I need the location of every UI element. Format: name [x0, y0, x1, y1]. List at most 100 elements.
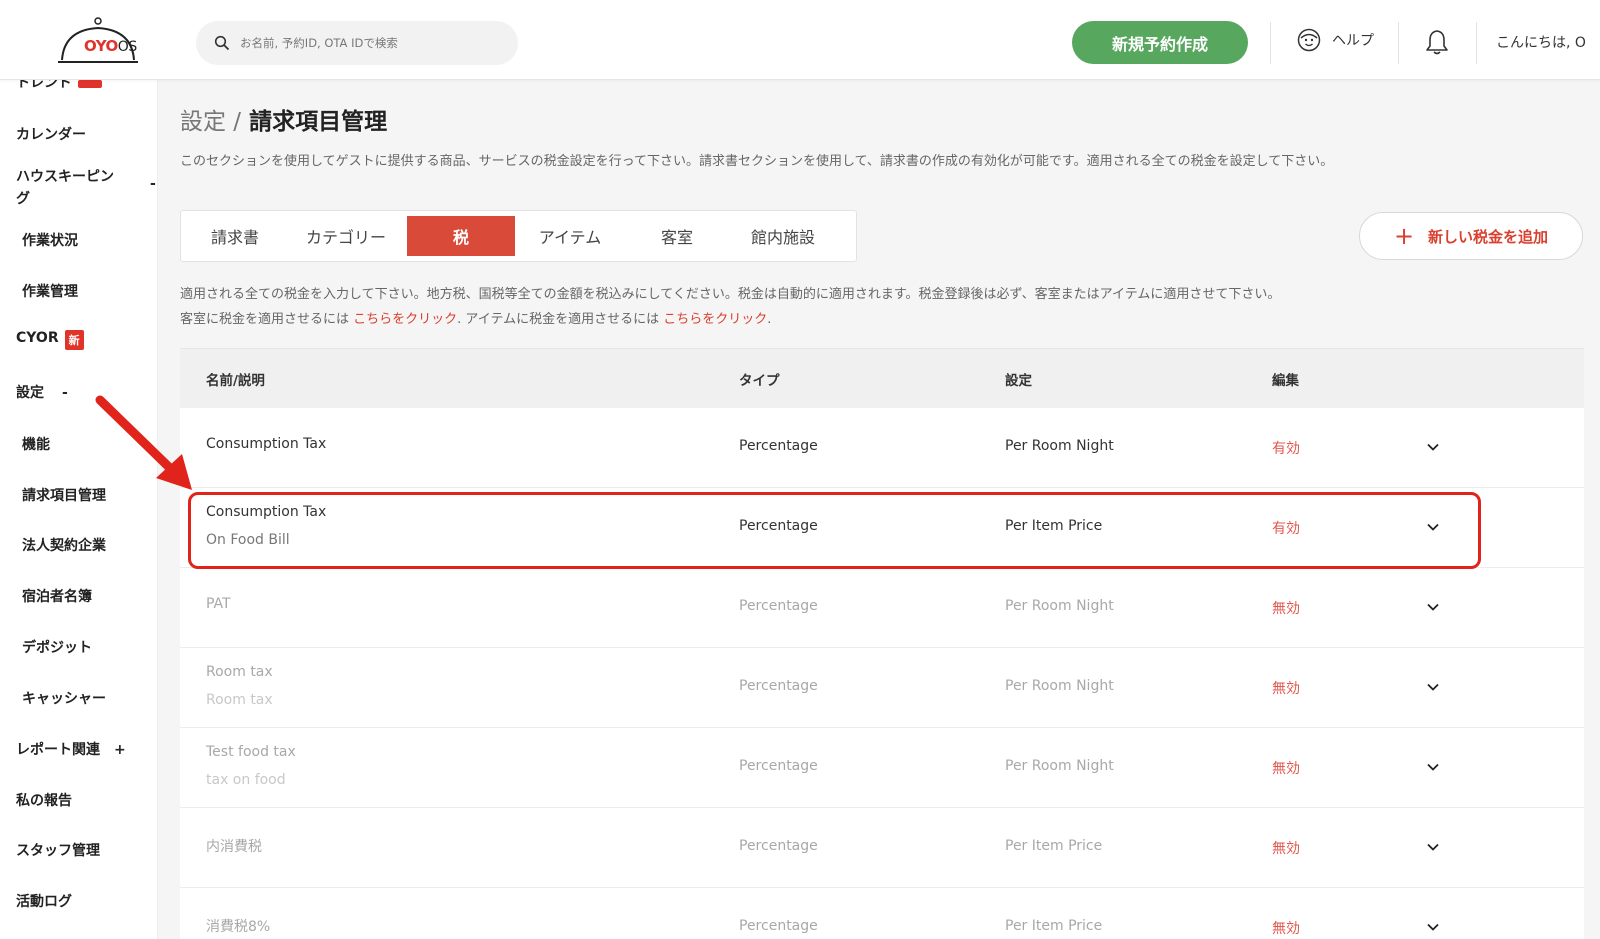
- column-header-name: 名前/説明: [206, 372, 265, 389]
- sidebar-item-guest-registry[interactable]: 宿泊者名簿: [22, 586, 92, 606]
- sidebar-item-my-reports[interactable]: 私の報告: [16, 790, 72, 810]
- chevron-down-icon[interactable]: [1426, 760, 1440, 774]
- tax-name: Consumption Tax: [206, 436, 327, 452]
- help-label: ヘルプ: [1332, 33, 1374, 49]
- tax-description: On Food Bill: [206, 532, 290, 548]
- tab-item[interactable]: アイテム: [515, 216, 625, 256]
- instruction-text: 客室に税金を適用させるには: [180, 312, 350, 327]
- table-row[interactable]: 消費税8% Percentage Per Item Price 無効: [180, 888, 1584, 939]
- table-row[interactable]: Consumption Tax On Food Bill Percentage …: [180, 488, 1584, 568]
- tax-description: Room tax: [206, 692, 273, 708]
- sidebar-item-label: 設定: [16, 385, 44, 401]
- new-booking-button[interactable]: 新規予約作成: [1072, 21, 1248, 64]
- tax-description: tax on food: [206, 772, 286, 788]
- tax-name: Consumption Tax: [206, 504, 327, 520]
- search-icon: [214, 35, 230, 51]
- tax-setting: Per Item Price: [1005, 838, 1103, 854]
- sidebar-item-settings[interactable]: 設定 -: [16, 382, 68, 402]
- logo-brand: OYO: [84, 37, 118, 55]
- breadcrumb-parent[interactable]: 設定 /: [180, 109, 241, 135]
- table-row[interactable]: PAT Percentage Per Room Night 無効: [180, 568, 1584, 648]
- chevron-down-icon[interactable]: [1426, 840, 1440, 854]
- tab-facility[interactable]: 館内施設: [729, 216, 837, 256]
- tab-tax[interactable]: 税: [407, 216, 515, 256]
- tax-type: Percentage: [739, 918, 818, 934]
- sidebar-item-trend[interactable]: トレンド: [16, 80, 102, 92]
- user-greeting[interactable]: こんにちは, O: [1496, 32, 1600, 52]
- search-input[interactable]: [240, 36, 500, 50]
- tax-type: Percentage: [739, 678, 818, 694]
- chevron-down-icon[interactable]: [1426, 520, 1440, 534]
- header-divider: [1476, 22, 1477, 64]
- tax-type: Percentage: [739, 758, 818, 774]
- plus-icon: +: [1393, 222, 1415, 250]
- sidebar-item-calendar[interactable]: カレンダー: [16, 124, 86, 144]
- status-toggle[interactable]: 無効: [1272, 678, 1300, 698]
- bell-icon[interactable]: [1424, 28, 1450, 56]
- sidebar-item-label: レポート関連: [16, 742, 100, 758]
- status-toggle[interactable]: 無効: [1272, 918, 1300, 938]
- sidebar-item-billing-items[interactable]: 請求項目管理: [22, 485, 106, 505]
- column-header-setting: 設定: [1005, 372, 1032, 389]
- tab-room[interactable]: 客室: [625, 216, 729, 256]
- sidebar-item-work-management[interactable]: 作業管理: [22, 281, 78, 301]
- sidebar-item-label-wrap: グ: [16, 191, 30, 207]
- add-tax-button[interactable]: + 新しい税金を追加: [1359, 212, 1583, 260]
- logo-suffix: OS: [117, 39, 137, 55]
- sidebar-item-deposit[interactable]: デポジット: [22, 637, 92, 657]
- status-toggle[interactable]: 無効: [1272, 838, 1300, 858]
- expand-toggle[interactable]: +: [114, 742, 126, 758]
- tax-setting: Per Item Price: [1005, 518, 1103, 534]
- status-toggle[interactable]: 有効: [1272, 438, 1300, 458]
- collapse-toggle[interactable]: -: [62, 385, 68, 401]
- help-button[interactable]: ヘルプ: [1296, 27, 1374, 53]
- status-toggle[interactable]: 無効: [1272, 598, 1300, 618]
- sidebar-item-label: ハウスキーピン: [16, 169, 114, 185]
- status-toggle[interactable]: 無効: [1272, 758, 1300, 778]
- table-row[interactable]: 内消費税 Percentage Per Item Price 無効: [180, 808, 1584, 888]
- tax-setting: Per Item Price: [1005, 918, 1103, 934]
- collapse-toggle[interactable]: -: [150, 176, 156, 192]
- tab-invoice[interactable]: 請求書: [185, 216, 285, 256]
- oyo-os-logo[interactable]: OYOOS: [56, 16, 140, 68]
- sidebar-item-cyor[interactable]: CYOR 新: [16, 330, 84, 350]
- sidebar-item-staff-management[interactable]: スタッフ管理: [16, 840, 100, 860]
- header-divider: [1398, 22, 1399, 64]
- sidebar-item-corporate-clients[interactable]: 法人契約企業: [22, 535, 106, 555]
- tax-type: Percentage: [739, 438, 818, 454]
- table-row[interactable]: Consumption Tax Percentage Per Room Nigh…: [180, 408, 1584, 488]
- new-badge: [78, 80, 102, 88]
- tax-name: 内消費税: [206, 839, 262, 855]
- chevron-down-icon[interactable]: [1426, 920, 1440, 934]
- sidebar-item-reports[interactable]: レポート関連 +: [16, 739, 126, 759]
- sidebar-item-features[interactable]: 機能: [22, 434, 50, 454]
- table-row[interactable]: Room tax Room tax Percentage Per Room Ni…: [180, 648, 1584, 728]
- top-header: OYOOS 新規予約作成 ヘルプ こんにちは, O: [0, 0, 1600, 80]
- table-header: 名前/説明 タイプ 設定 編集: [180, 348, 1584, 408]
- tax-name: PAT: [206, 596, 231, 612]
- page-title-text: 請求項目管理: [249, 109, 388, 135]
- tab-category[interactable]: カテゴリー: [285, 216, 407, 256]
- tax-instructions: 適用される全ての税金を入力して下さい。地方税、国税等全ての金額を税込みにしてくだ…: [180, 282, 1280, 332]
- room-tax-link[interactable]: こちらをクリック: [353, 312, 457, 327]
- tax-setting: Per Room Night: [1005, 678, 1114, 694]
- tax-setting: Per Room Night: [1005, 598, 1114, 614]
- tax-type: Percentage: [739, 598, 818, 614]
- column-header-edit: 編集: [1272, 372, 1299, 389]
- sidebar-item-housekeeping[interactable]: ハウスキーピング: [16, 166, 114, 210]
- sidebar-item-label: CYOR: [16, 330, 59, 346]
- sidebar-item-work-status[interactable]: 作業状況: [22, 230, 78, 250]
- sidebar-item-cashier[interactable]: キャッシャー: [22, 688, 106, 708]
- tax-table: 名前/説明 タイプ 設定 編集 Consumption Tax Percenta…: [180, 348, 1584, 939]
- item-tax-link[interactable]: こちらをクリック: [663, 312, 767, 327]
- tax-setting: Per Room Night: [1005, 758, 1114, 774]
- new-badge: 新: [64, 330, 84, 350]
- chevron-down-icon[interactable]: [1426, 440, 1440, 454]
- page-description: このセクションを使用してゲストに提供する商品、サービスの税金設定を行って下さい。…: [180, 154, 1334, 169]
- sidebar-item-activity-log[interactable]: 活動ログ: [16, 891, 72, 911]
- table-row[interactable]: Test food tax tax on food Percentage Per…: [180, 728, 1584, 808]
- status-toggle[interactable]: 有効: [1272, 518, 1300, 538]
- chevron-down-icon[interactable]: [1426, 600, 1440, 614]
- chevron-down-icon[interactable]: [1426, 680, 1440, 694]
- search-bar[interactable]: [196, 21, 518, 65]
